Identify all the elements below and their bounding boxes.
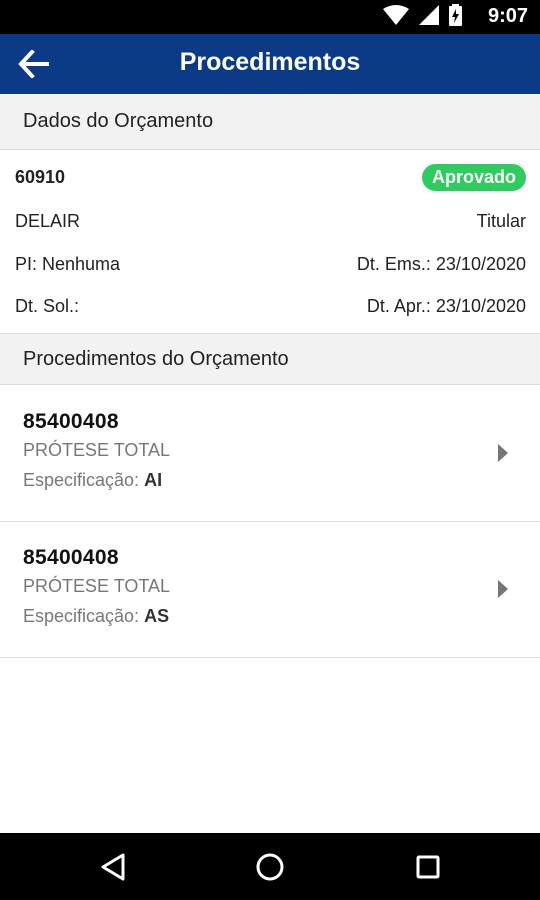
status-time: 9:07 [487,5,528,27]
budget-number: 60910 [15,166,66,187]
spec-value: AI [144,470,163,490]
procedure-code: 85400408 [23,546,119,569]
page-title: Procedimentos [179,48,361,76]
spec-label: Especificação: [23,606,140,626]
procedures-section-title: Procedimentos do Orçamento [23,347,289,370]
app-bar: Procedimentos [0,34,540,94]
pi-value: PI: Nenhuma [15,253,121,274]
dates-row: Dt. Sol.: Dt. Apr.: 23/10/2020 [15,291,526,321]
procedure-specification: Especificação: AS [23,606,169,627]
procedure-list-item[interactable]: 85400408 PRÓTESE TOTAL Especificação: AS [0,522,540,658]
nav-recents-button[interactable] [412,851,444,883]
procedure-description: PRÓTESE TOTAL [23,576,171,596]
procedure-description: PRÓTESE TOTAL [23,440,171,460]
home-circle-icon [256,853,284,881]
procedure-code: 85400408 [23,410,119,433]
spec-label: Especificação: [23,470,140,490]
request-date: Dt. Sol.: [15,295,80,316]
beneficiary-name: DELAIR [15,210,81,231]
nav-back-button[interactable] [97,851,129,883]
spec-value: AS [144,606,170,626]
battery-charging-icon [449,3,462,31]
pi-row: PI: Nenhuma Dt. Ems.: 23/10/2020 [15,249,526,279]
back-triangle-icon [101,853,125,881]
approval-date: Dt. Apr.: 23/10/2020 [366,295,526,316]
budget-section-title: Dados do Orçamento [23,110,214,132]
budget-number-row: 60910 Aprovado [15,162,526,192]
status-icons [383,3,462,31]
status-bar: 9:07 [0,0,540,34]
emission-date: Dt. Ems.: 23/10/2020 [356,253,526,274]
wifi-icon [383,4,409,30]
beneficiary-role: Titular [476,210,526,231]
procedure-specification: Especificação: AI [23,470,162,491]
procedure-list-item[interactable]: 85400408 PRÓTESE TOTAL Especificação: AI [0,386,540,522]
budget-section-header: Dados do Orçamento [0,94,540,150]
nav-home-button[interactable] [254,851,286,883]
chevron-right-icon [498,580,508,598]
recents-square-icon [416,855,440,879]
beneficiary-row: DELAIR Titular [15,206,526,236]
chevron-right-icon [498,444,508,462]
signal-icon [419,4,439,30]
procedures-section-header: Procedimentos do Orçamento [0,333,540,385]
system-nav-bar [0,833,540,900]
status-badge: Aprovado [421,163,526,191]
